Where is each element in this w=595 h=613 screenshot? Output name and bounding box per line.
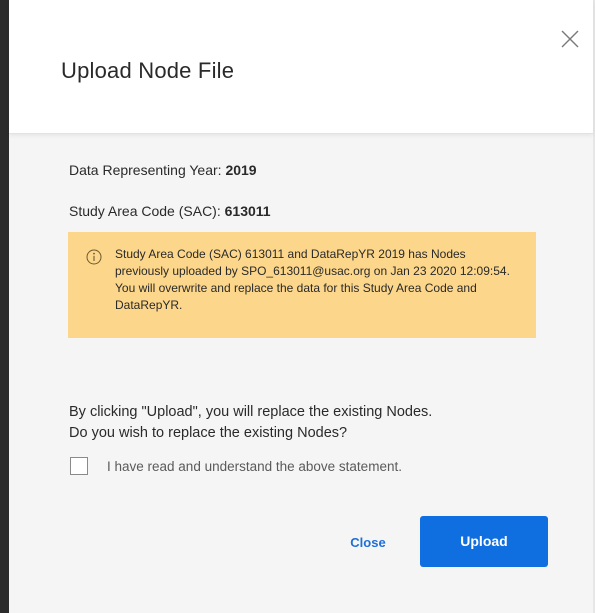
- acknowledge-checkbox[interactable]: [70, 457, 88, 475]
- acknowledge-label[interactable]: I have read and understand the above sta…: [107, 459, 402, 474]
- background-edge-left: [0, 0, 9, 613]
- upload-node-file-dialog: Upload Node File Data Representing Year:…: [9, 0, 593, 613]
- warning-message: Study Area Code (SAC) 613011 and DataRep…: [115, 247, 510, 312]
- upload-button[interactable]: Upload: [420, 516, 548, 567]
- info-circle-icon: [86, 249, 102, 265]
- close-button[interactable]: Close: [348, 531, 388, 555]
- data-year-label: Data Representing Year:: [69, 162, 226, 178]
- sac-value: 613011: [224, 203, 271, 219]
- data-year-line: Data Representing Year: 2019: [69, 162, 257, 178]
- confirmation-message: By clicking "Upload", you will replace t…: [69, 402, 549, 444]
- sac-line: Study Area Code (SAC): 613011: [69, 203, 271, 219]
- confirmation-line-1: By clicking "Upload", you will replace t…: [69, 404, 433, 420]
- sac-label: Study Area Code (SAC):: [69, 203, 225, 219]
- acknowledge-row: I have read and understand the above sta…: [70, 455, 402, 477]
- close-icon[interactable]: [557, 26, 583, 52]
- overwrite-warning-box: Study Area Code (SAC) 613011 and DataRep…: [68, 232, 536, 338]
- dialog-title: Upload Node File: [61, 58, 235, 83]
- confirmation-line-2: Do you wish to replace the existing Node…: [69, 425, 348, 441]
- data-year-value: 2019: [225, 162, 257, 178]
- dialog-header: Upload Node File: [9, 0, 593, 134]
